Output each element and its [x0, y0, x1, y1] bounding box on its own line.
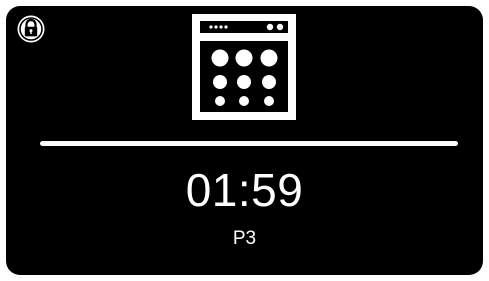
padlock-icon[interactable]	[16, 14, 46, 44]
appliance-display: 01:59 P3	[6, 6, 483, 275]
program-label: P3	[232, 228, 257, 249]
remaining-time: 01:59	[185, 164, 304, 216]
dishwasher-icon	[192, 14, 296, 120]
divider	[40, 141, 458, 146]
